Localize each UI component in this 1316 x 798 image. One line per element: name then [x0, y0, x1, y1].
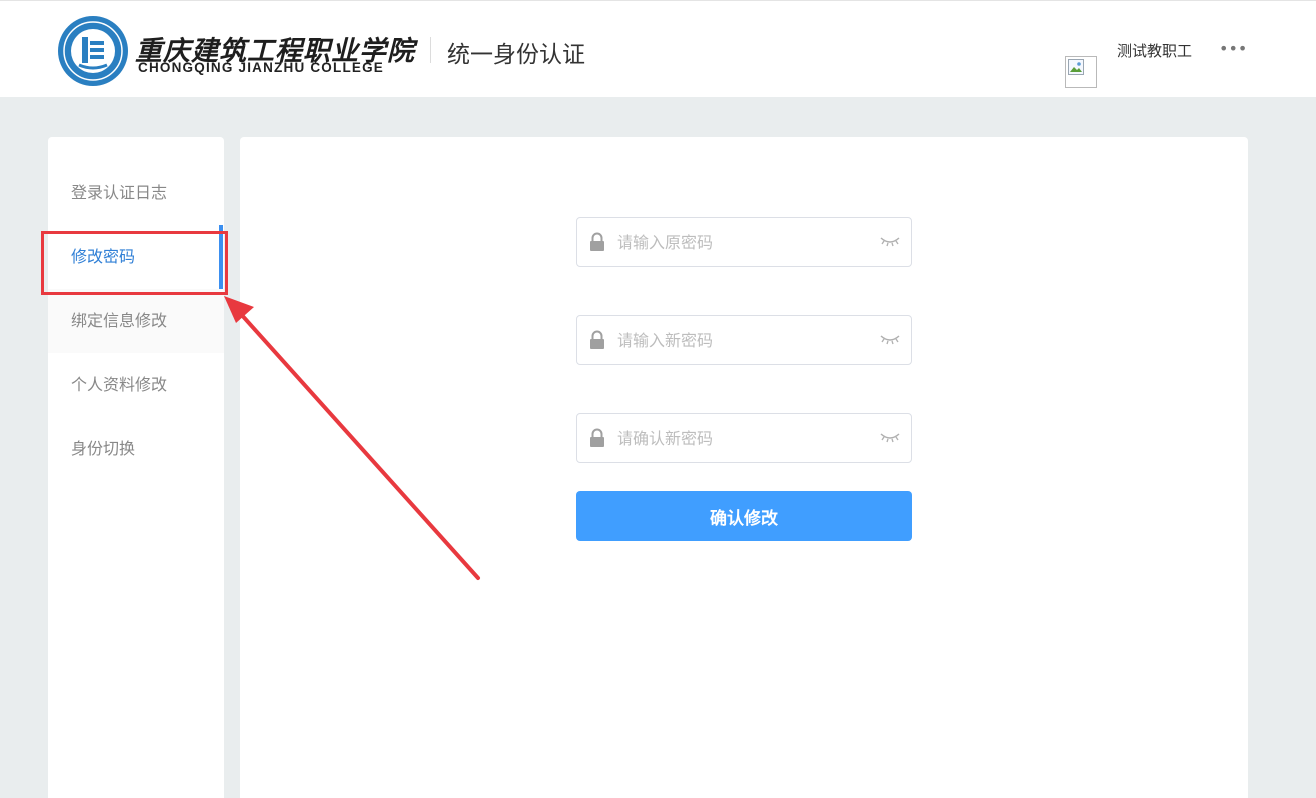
site-title: 统一身份认证	[447, 42, 585, 68]
header: 重庆建筑工程职业学院 CHONGQING JIANZHU COLLEGE 统一身…	[0, 0, 1316, 97]
title-divider	[430, 37, 431, 63]
lock-icon	[590, 428, 604, 447]
new-password-field	[576, 315, 912, 365]
lock-icon	[590, 330, 604, 349]
confirm-password-field	[576, 413, 912, 463]
annotation-highlight-box	[41, 231, 228, 295]
old-password-field	[576, 217, 912, 267]
eye-closed-icon[interactable]	[880, 236, 900, 248]
old-password-input[interactable]	[617, 219, 867, 265]
eye-closed-icon[interactable]	[880, 334, 900, 346]
user-name[interactable]: 测试教职工	[1117, 40, 1192, 61]
college-emblem-icon	[58, 16, 128, 86]
college-name-en: CHONGQING JIANZHU COLLEGE	[138, 60, 385, 75]
confirm-password-input[interactable]	[617, 415, 867, 461]
broken-image-icon	[1068, 59, 1084, 75]
main-panel: 确认修改	[240, 137, 1248, 798]
confirm-change-button[interactable]: 确认修改	[576, 491, 912, 541]
sidebar-item-login-log[interactable]: 登录认证日志	[48, 161, 224, 225]
sidebar-item-profile[interactable]: 个人资料修改	[48, 353, 224, 417]
new-password-input[interactable]	[617, 317, 867, 363]
sidebar-item-binding-info[interactable]: 绑定信息修改	[48, 289, 224, 353]
lock-icon	[590, 232, 604, 251]
eye-closed-icon[interactable]	[880, 432, 900, 444]
more-dots-icon[interactable]: •••	[1219, 39, 1247, 58]
avatar[interactable]	[1065, 56, 1097, 88]
sidebar-item-switch-identity[interactable]: 身份切换	[48, 417, 224, 481]
